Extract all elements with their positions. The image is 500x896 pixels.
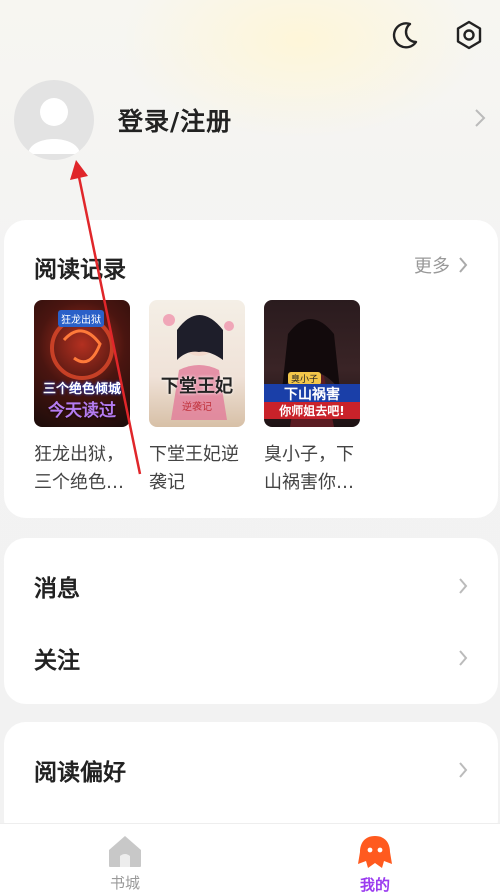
cover-subtitle: 你师姐去吧! bbox=[264, 402, 360, 419]
reading-history-title: 阅读记录 bbox=[34, 257, 126, 283]
chevron-right-icon bbox=[474, 108, 486, 132]
cover-title: 下山祸害 bbox=[264, 384, 360, 404]
bookstore-icon bbox=[109, 836, 141, 867]
mine-label[interactable]: 我的 bbox=[360, 874, 390, 895]
menu-card: 消息 关注 bbox=[4, 538, 498, 704]
follow-item[interactable]: 关注 bbox=[34, 638, 468, 678]
tab-mine[interactable]: 我的 bbox=[250, 824, 500, 896]
moon-icon[interactable] bbox=[388, 18, 422, 52]
reading-history-card: 阅读记录 更多 狂龙出狱 三个绝色倾城 今天读过 狂龙出狱，三个绝色… 下堂王妃… bbox=[4, 220, 498, 518]
more-link[interactable]: 更多 bbox=[414, 252, 468, 278]
mine-icon bbox=[358, 836, 392, 868]
cover-title: 下堂王妃 bbox=[161, 376, 233, 397]
book-item[interactable]: 狂龙出狱 三个绝色倾城 今天读过 狂龙出狱，三个绝色… bbox=[34, 300, 130, 497]
book-item[interactable]: 臭小子 下山祸害 你师姐去吧! 臭小子，下山祸害你… bbox=[264, 300, 360, 497]
book-cover[interactable]: 下堂王妃 逆袭记 bbox=[149, 300, 245, 427]
follow-label[interactable]: 关注 bbox=[34, 641, 80, 675]
cover-subtitle: 逆袭记 bbox=[182, 402, 212, 413]
avatar[interactable] bbox=[14, 80, 94, 160]
book-cover[interactable]: 臭小子 下山祸害 你师姐去吧! bbox=[264, 300, 360, 427]
messages-item[interactable]: 消息 bbox=[34, 566, 468, 606]
bottom-tab-bar: 书城 我的 bbox=[0, 823, 500, 896]
tab-bookstore[interactable]: 书城 bbox=[0, 824, 250, 896]
login-register-label[interactable]: 登录/注册 bbox=[118, 102, 500, 138]
cover-tag: 狂龙出狱 bbox=[58, 310, 104, 327]
book-list: 狂龙出狱 三个绝色倾城 今天读过 狂龙出狱，三个绝色… 下堂王妃 逆袭记 下堂王… bbox=[34, 300, 360, 497]
settings-icon[interactable] bbox=[452, 18, 486, 52]
chevron-right-icon bbox=[459, 257, 468, 273]
profile-row[interactable]: 登录/注册 bbox=[14, 80, 500, 160]
messages-label[interactable]: 消息 bbox=[34, 569, 80, 603]
header-actions bbox=[388, 18, 486, 52]
reading-preference-label[interactable]: 阅读偏好 bbox=[34, 753, 126, 787]
chevron-right-icon bbox=[459, 578, 468, 594]
book-item[interactable]: 下堂王妃 逆袭记 下堂王妃逆袭记 bbox=[149, 300, 245, 497]
cover-title: 三个绝色倾城 bbox=[42, 382, 121, 397]
chevron-right-icon bbox=[459, 650, 468, 666]
book-cover[interactable]: 狂龙出狱 三个绝色倾城 今天读过 bbox=[34, 300, 130, 427]
book-title[interactable]: 臭小子，下山祸害你… bbox=[264, 441, 364, 497]
book-title[interactable]: 狂龙出狱，三个绝色… bbox=[34, 441, 134, 497]
read-today-badge: 今天读过 bbox=[48, 401, 116, 421]
chevron-right-icon bbox=[459, 762, 468, 778]
more-label[interactable]: 更多 bbox=[414, 252, 450, 278]
book-title[interactable]: 下堂王妃逆袭记 bbox=[149, 441, 249, 497]
bookstore-label[interactable]: 书城 bbox=[110, 872, 140, 893]
reading-preference-item[interactable]: 阅读偏好 bbox=[34, 750, 468, 790]
